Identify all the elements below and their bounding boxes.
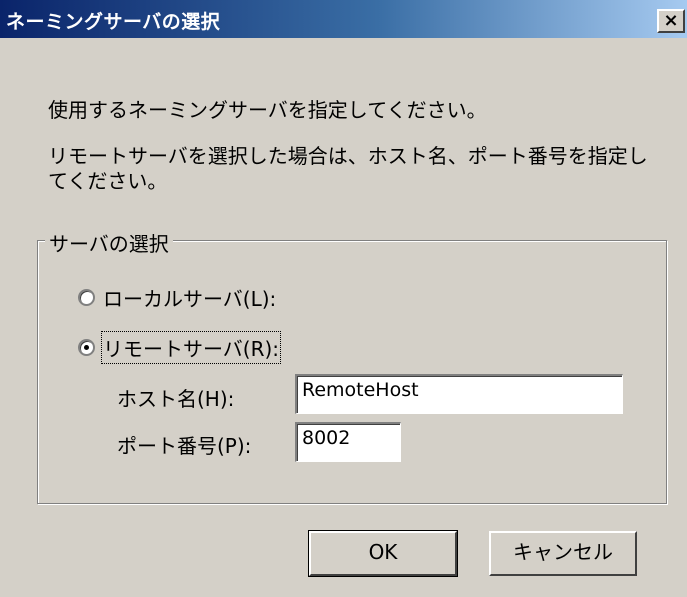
local-server-option[interactable]: ローカルサーバ(L): xyxy=(78,283,276,312)
naming-server-dialog: ネーミングサーバの選択 × 使用するネーミングサーバを指定してください。 リモー… xyxy=(0,0,687,597)
instruction-detail-text: リモートサーバを選択した場合は、ホスト名、ポート番号を指定してください。 xyxy=(48,144,648,193)
port-number-input[interactable]: 8002 xyxy=(295,422,401,462)
cancel-button[interactable]: キャンセル xyxy=(489,531,637,576)
title-bar[interactable]: ネーミングサーバの選択 × xyxy=(0,0,687,38)
host-name-label: ホスト名(H): xyxy=(117,387,235,411)
close-button[interactable]: × xyxy=(657,9,685,33)
server-selection-group-label: サーバの選択 xyxy=(45,228,173,257)
host-name-input[interactable]: RemoteHost xyxy=(295,374,623,414)
instruction-text: 使用するネーミングサーバを指定してください。 xyxy=(48,98,487,122)
local-server-radio[interactable] xyxy=(78,289,95,306)
remote-server-label: リモートサーバ(R): xyxy=(100,331,282,364)
ok-button[interactable]: OK xyxy=(308,530,458,577)
close-icon: × xyxy=(663,10,679,31)
local-server-label: ローカルサーバ(L): xyxy=(103,287,277,311)
remote-server-option[interactable]: リモートサーバ(R): xyxy=(78,331,282,364)
dialog-title: ネーミングサーバの選択 xyxy=(6,11,221,33)
port-number-label: ポート番号(P): xyxy=(117,434,252,458)
server-selection-group xyxy=(37,240,667,504)
remote-server-radio[interactable] xyxy=(78,339,95,356)
